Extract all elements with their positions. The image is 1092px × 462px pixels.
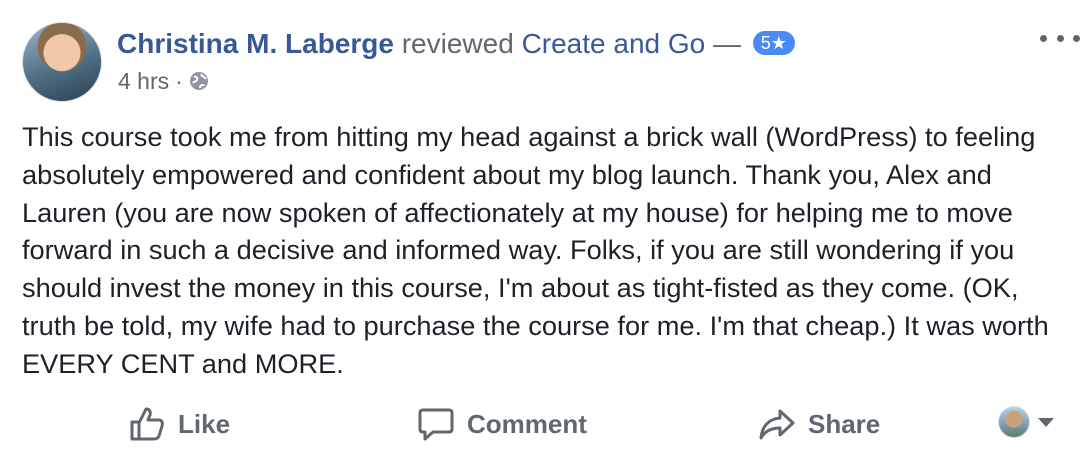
dot bbox=[1056, 34, 1064, 42]
action-bar: Like Comment Share bbox=[0, 398, 1092, 450]
dot bbox=[1040, 34, 1047, 42]
share-label: Share bbox=[808, 408, 881, 439]
speech-bubble-icon bbox=[418, 408, 454, 441]
like-button[interactable]: Like bbox=[128, 398, 230, 450]
comment-button[interactable]: Comment bbox=[417, 398, 587, 450]
review-verb: reviewed bbox=[401, 28, 514, 59]
page-name-link[interactable]: Create and Go bbox=[522, 28, 706, 59]
post-meta: 4 hrs · bbox=[118, 66, 209, 96]
more-dots-icon[interactable] bbox=[1040, 28, 1080, 48]
share-button[interactable]: Share bbox=[758, 398, 880, 450]
comment-label: Comment bbox=[467, 408, 587, 439]
meta-separator: · bbox=[175, 68, 183, 94]
chevron-down-icon bbox=[1038, 417, 1054, 427]
rating-badge: 5★ bbox=[752, 31, 795, 55]
like-label: Like bbox=[178, 408, 231, 439]
review-text: This course took me from hitting my head… bbox=[22, 121, 1049, 379]
author-name-link[interactable]: Christina M. Laberge bbox=[117, 28, 394, 59]
thumbs-up-icon bbox=[130, 407, 164, 441]
globe-icon[interactable] bbox=[189, 71, 209, 91]
viewer-avatar bbox=[998, 406, 1030, 438]
audience-selector[interactable] bbox=[998, 406, 1054, 438]
dot bbox=[1073, 34, 1080, 42]
author-avatar[interactable] bbox=[22, 22, 102, 102]
share-arrow-icon bbox=[759, 409, 795, 440]
post-header: Christina M. Laberge reviewed Create and… bbox=[117, 26, 795, 62]
post-timestamp[interactable]: 4 hrs bbox=[118, 66, 169, 96]
header-separator: — bbox=[713, 28, 742, 59]
